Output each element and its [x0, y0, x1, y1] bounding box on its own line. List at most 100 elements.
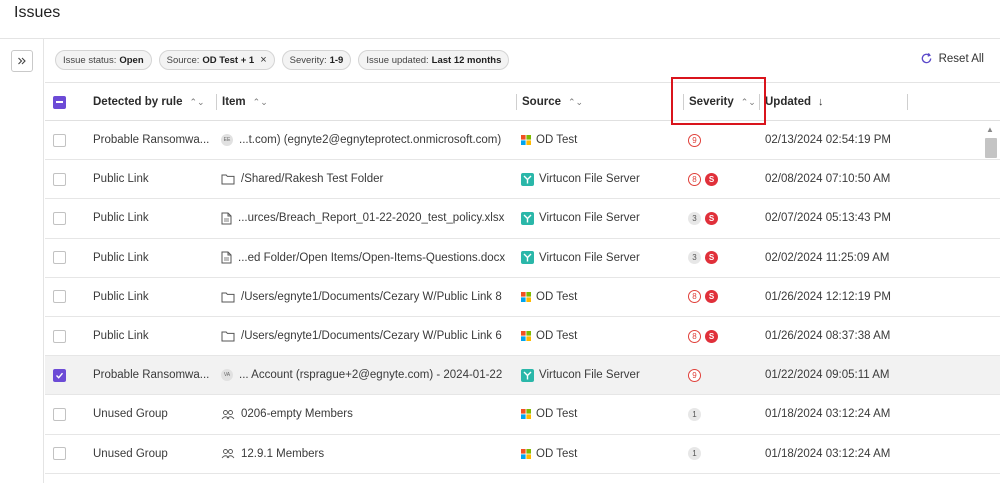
item-cell[interactable]: 0206-empty Members [221, 395, 511, 433]
column-header-source[interactable]: Source ⌃⌄ [516, 94, 583, 110]
table-row[interactable]: Public Link/Users/egnyte1/Documents/Ceza… [45, 317, 1000, 357]
reset-all-button[interactable]: Reset All [920, 52, 984, 65]
row-checkbox[interactable] [53, 160, 66, 198]
user-avatar-icon: EE [221, 134, 233, 147]
filter-chip-label: Issue status: [63, 54, 117, 66]
file-icon [221, 212, 232, 225]
severity-badge: 8 [688, 172, 701, 186]
severity-cell: 9 [688, 356, 701, 394]
row-checkbox[interactable] [53, 278, 66, 316]
severity-cell: 3S [688, 199, 718, 237]
sort-icon: ⌃⌄ [568, 96, 584, 107]
sensitive-badge: S [705, 329, 718, 343]
sensitive-badge: S [705, 211, 718, 225]
rule-cell: Public Link [93, 212, 149, 225]
refresh-icon [921, 52, 931, 64]
table-row[interactable]: Unused Group 0206-empty Members OD Test 1 01… [45, 395, 1000, 435]
vertical-scrollbar[interactable]: ▲ [983, 122, 999, 483]
rule-cell: Public Link [93, 173, 149, 186]
filter-chip[interactable]: Source: OD Test + 1 × [158, 50, 275, 70]
sort-desc-icon: ↓ [818, 96, 824, 108]
side-rail [0, 39, 44, 483]
file-icon [221, 251, 232, 264]
filter-chip[interactable]: Issue updated: Last 12 months [358, 50, 510, 70]
server-icon [521, 251, 534, 265]
column-header-rule[interactable]: Detected by rule ⌃⌄ [93, 83, 205, 121]
column-label-updated: Updated [765, 96, 811, 108]
filter-chip-value: 1-9 [329, 54, 344, 66]
table-row[interactable]: Probable Ransomwa... EE ...t.com) (egnyte2… [45, 121, 1000, 161]
item-cell[interactable]: ...ed Folder/Open Items/Open-Items-Quest… [221, 239, 511, 277]
item-cell[interactable]: ...urces/Breach_Report_01-22-2020_test_p… [221, 199, 511, 237]
source-text: OD Test [536, 447, 578, 460]
sensitive-badge: S [705, 172, 718, 186]
table-row[interactable]: Unused Group 12.9.1 Members OD Test 1 01/18/… [45, 435, 1000, 474]
source-text: Virtucon File Server [539, 212, 640, 225]
row-checkbox[interactable] [53, 317, 66, 355]
source-cell: Virtucon File Server [521, 356, 671, 394]
checkmark-icon [56, 372, 64, 379]
expand-panel-button[interactable] [11, 50, 33, 72]
row-checkbox[interactable] [53, 239, 66, 277]
filter-chip-value: OD Test + 1 [202, 54, 255, 66]
source-cell: OD Test [521, 395, 671, 433]
rule-cell: Public Link [93, 290, 149, 303]
severity-badge: 8 [688, 290, 701, 304]
source-cell: OD Test [521, 435, 671, 473]
group-icon [221, 409, 235, 420]
column-label-source: Source [522, 96, 561, 108]
remove-filter-icon[interactable]: × [260, 54, 266, 66]
severity-cell: 8S [688, 278, 718, 316]
table-row[interactable]: Public Link ...urces/Breach_Report_01-22-… [45, 199, 1000, 239]
severity-cell: 8S [688, 317, 718, 355]
scroll-up-arrow-icon[interactable]: ▲ [986, 125, 994, 134]
updated-cell: 02/07/2024 05:13:43 PM [765, 212, 891, 225]
row-checkbox[interactable] [53, 356, 66, 394]
windows-icon [521, 409, 531, 420]
item-cell[interactable]: 12.9.1 Members [221, 435, 511, 473]
row-checkbox[interactable] [53, 121, 66, 159]
filter-chips: Issue status: Open Source: OD Test + 1 × Seve… [55, 50, 510, 70]
double-chevron-right-icon [18, 57, 26, 65]
scroll-thumb[interactable] [985, 138, 997, 158]
row-checkbox[interactable] [53, 199, 66, 237]
filter-chip[interactable]: Severity: 1-9 [281, 50, 352, 70]
item-cell[interactable]: EE ...t.com) (egnyte2@egnyteprotect.onmic… [221, 121, 511, 159]
server-icon [521, 211, 534, 225]
column-header-item[interactable]: Item ⌃⌄ [216, 94, 268, 110]
row-checkbox[interactable] [53, 395, 66, 433]
folder-icon [221, 331, 235, 342]
source-text: Virtucon File Server [539, 251, 640, 264]
source-text: OD Test [536, 408, 578, 421]
source-text: OD Test [536, 290, 578, 303]
item-cell[interactable]: /Users/egnyte1/Documents/Cezary W/Public… [221, 317, 511, 355]
severity-badge: 9 [688, 368, 701, 382]
item-cell[interactable]: VA ... Account (rsprague+2@egnyte.com) - … [221, 356, 511, 394]
table-row[interactable]: Public Link ...ed Folder/Open Items/Open-… [45, 239, 1000, 278]
table-row[interactable]: Public Link/Shared/Rakesh Test Folder Vir… [45, 160, 1000, 200]
table-row[interactable]: Public Link/Users/egnyte1/Documents/Ceza… [45, 278, 1000, 317]
table-row[interactable]: Probable Ransomwa... VA ... Account (rspra… [45, 356, 1000, 396]
filter-chip[interactable]: Issue status: Open [55, 50, 152, 70]
severity-badge: 1 [688, 447, 701, 461]
server-icon [521, 172, 534, 186]
folder-icon [221, 292, 235, 303]
sort-icon: ⌃⌄ [189, 96, 205, 107]
updated-cell: 01/18/2024 03:12:24 AM [765, 447, 891, 460]
reset-all-label: Reset All [938, 52, 984, 65]
rule-cell: Public Link [93, 330, 149, 343]
source-text: OD Test [536, 330, 578, 343]
severity-badge: 1 [688, 407, 701, 421]
item-cell[interactable]: /Users/egnyte1/Documents/Cezary W/Public… [221, 278, 511, 316]
column-header-updated[interactable]: Updated ↓ [759, 94, 824, 110]
item-text: /Shared/Rakesh Test Folder [241, 173, 384, 186]
row-checkbox[interactable] [53, 435, 66, 473]
updated-cell: 01/26/2024 12:12:19 PM [765, 290, 891, 303]
item-cell[interactable]: /Shared/Rakesh Test Folder [221, 160, 511, 198]
select-all-checkbox[interactable] [53, 83, 66, 121]
source-cell: Virtucon File Server [521, 239, 671, 277]
windows-icon [521, 331, 531, 342]
severity-cell: 3S [688, 239, 718, 277]
item-text: ...urces/Breach_Report_01-22-2020_test_p… [238, 212, 505, 225]
rule-cell: Probable Ransomwa... [93, 369, 210, 382]
